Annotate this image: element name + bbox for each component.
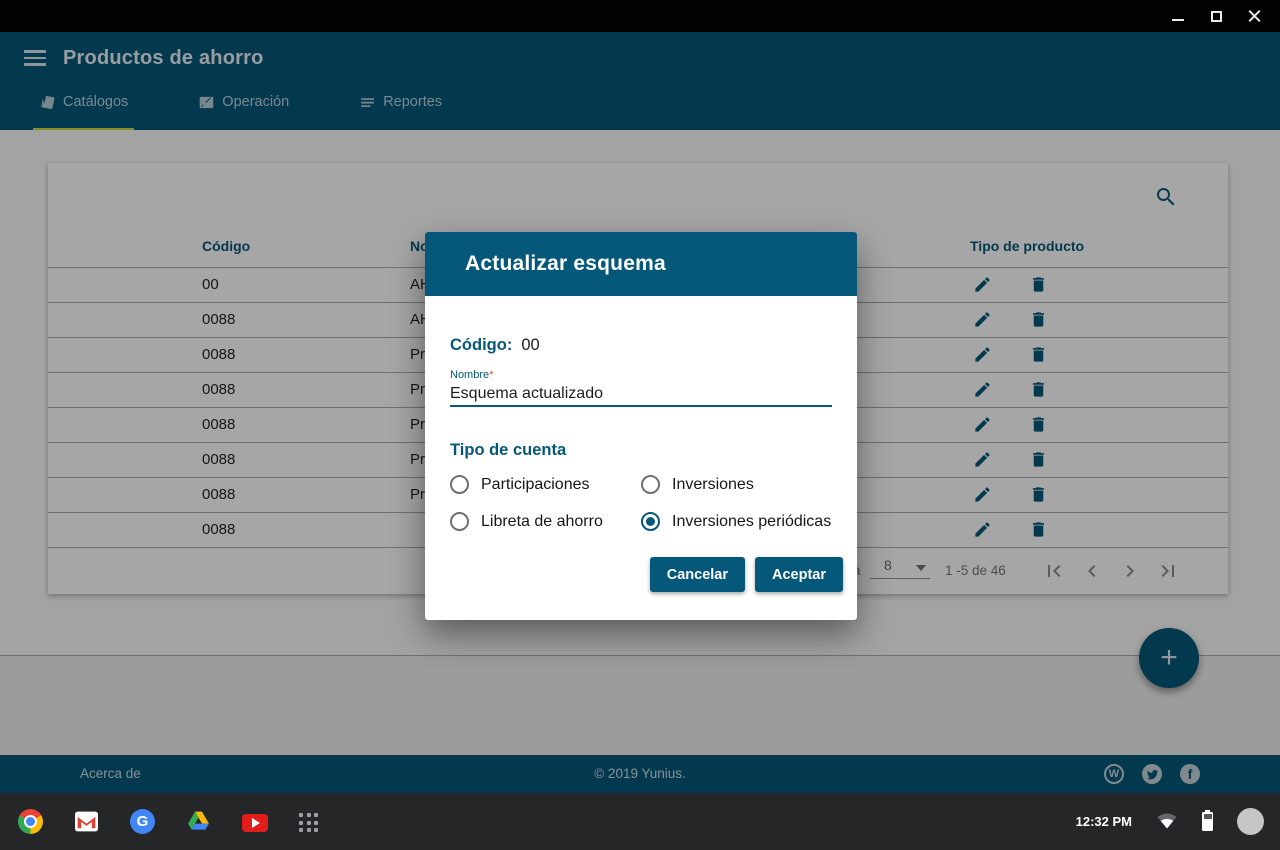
nombre-field: Nombre* bbox=[450, 369, 832, 407]
required-marker: * bbox=[489, 369, 493, 381]
radio-participaciones[interactable]: Participaciones bbox=[450, 475, 641, 494]
radio-label: Inversiones periódicas bbox=[672, 513, 831, 531]
apps-grid-icon[interactable] bbox=[299, 813, 318, 832]
dialog-header: Actualizar esquema bbox=[425, 232, 857, 296]
accept-button[interactable]: Aceptar bbox=[755, 557, 843, 592]
window-titlebar bbox=[0, 0, 1280, 32]
nombre-input[interactable] bbox=[450, 381, 832, 407]
webview: Productos de ahorro Catálogos Operación … bbox=[0, 32, 1280, 793]
os-shelf: G 12:32 PM bbox=[0, 793, 1280, 850]
tipo-cuenta-heading: Tipo de cuenta bbox=[450, 441, 832, 460]
radio-label: Participaciones bbox=[481, 476, 590, 494]
radio-inversiones[interactable]: Inversiones bbox=[641, 475, 832, 494]
codigo-row: Código: 00 bbox=[450, 336, 832, 355]
nombre-label-text: Nombre bbox=[450, 369, 489, 381]
screen: Productos de ahorro Catálogos Operación … bbox=[0, 0, 1280, 850]
radio-circle-icon bbox=[450, 512, 469, 531]
clock: 12:32 PM bbox=[1076, 814, 1132, 829]
cancel-button[interactable]: Cancelar bbox=[650, 557, 745, 592]
system-tray[interactable]: 12:32 PM bbox=[1076, 793, 1264, 850]
radio-libreta-de-ahorro[interactable]: Libreta de ahorro bbox=[450, 512, 641, 531]
gmail-icon[interactable] bbox=[74, 809, 99, 834]
nombre-label: Nombre* bbox=[450, 369, 832, 381]
google-g-glyph: G bbox=[137, 813, 149, 830]
drive-icon[interactable] bbox=[186, 809, 211, 834]
avatar[interactable] bbox=[1237, 808, 1264, 835]
radio-inversiones-periodicas[interactable]: Inversiones periódicas bbox=[641, 512, 832, 531]
chrome-icon[interactable] bbox=[18, 809, 43, 834]
radio-label: Libreta de ahorro bbox=[481, 513, 603, 531]
dialog-actions: Cancelar Aceptar bbox=[450, 557, 843, 592]
battery-icon bbox=[1202, 812, 1213, 831]
dialog-title: Actualizar esquema bbox=[465, 252, 666, 276]
shelf-apps: G bbox=[16, 809, 318, 834]
dialog-body: Código: 00 Nombre* Tipo de cuenta Partici… bbox=[425, 336, 857, 592]
google-icon[interactable]: G bbox=[130, 809, 155, 834]
youtube-icon[interactable] bbox=[242, 814, 268, 832]
codigo-label: Código: bbox=[450, 336, 512, 354]
play-icon bbox=[252, 818, 260, 828]
wifi-icon bbox=[1156, 808, 1178, 835]
account-type-options: Participaciones Inversiones Libreta de a… bbox=[450, 475, 832, 531]
update-scheme-dialog: Actualizar esquema Código: 00 Nombre* Tip… bbox=[425, 232, 857, 620]
radio-circle-icon bbox=[641, 512, 660, 531]
codigo-value: 00 bbox=[521, 336, 539, 354]
radio-circle-icon bbox=[641, 475, 660, 494]
maximize-icon[interactable] bbox=[1208, 8, 1224, 24]
minimize-icon[interactable] bbox=[1170, 8, 1186, 24]
radio-label: Inversiones bbox=[672, 476, 754, 494]
close-icon[interactable] bbox=[1246, 8, 1262, 24]
radio-circle-icon bbox=[450, 475, 469, 494]
